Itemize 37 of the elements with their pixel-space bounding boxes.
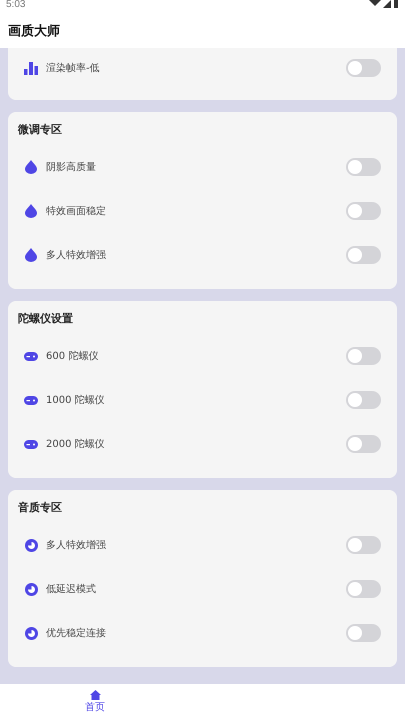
bar-chart-icon — [24, 62, 38, 74]
home-icon — [90, 690, 100, 700]
toggle-switch[interactable] — [346, 435, 381, 453]
setting-label: 多人特效增强 — [46, 538, 107, 552]
setting-label: 渲染帧率-低 — [46, 62, 101, 76]
gamepad-icon — [24, 352, 38, 360]
status-icons — [369, 0, 399, 8]
drop-icon — [25, 204, 37, 218]
pie-icon — [24, 626, 38, 640]
toggle-switch[interactable] — [346, 391, 381, 409]
status-time: 5:03 — [6, 0, 26, 10]
section-title: 陀螺仪设置 — [18, 310, 73, 327]
setting-label: 低延迟模式 — [46, 582, 97, 596]
toggle-switch[interactable] — [346, 246, 381, 264]
toggle-switch[interactable] — [346, 580, 381, 598]
toggle-switch[interactable] — [346, 347, 381, 365]
setting-label: 阴影高质量 — [46, 160, 97, 174]
pie-icon — [24, 538, 38, 552]
setting-label: 1000 陀螺仪 — [46, 394, 106, 408]
setting-label: 优先稳定连接 — [46, 626, 107, 640]
toggle-switch[interactable] — [346, 536, 381, 554]
setting-label: 多人特效增强 — [46, 248, 107, 262]
setting-label: 特效画面稳定 — [46, 204, 107, 218]
setting-label: 2000 陀螺仪 — [46, 438, 106, 452]
toggle-switch[interactable] — [346, 202, 381, 220]
drop-icon — [25, 160, 37, 174]
app-title: 画质大师 — [8, 23, 60, 42]
gamepad-icon — [24, 440, 38, 448]
section-title: 音质专区 — [18, 500, 62, 516]
toggle-switch[interactable] — [346, 158, 381, 176]
section-title: 微调专区 — [18, 122, 62, 138]
pie-icon — [24, 582, 38, 596]
drop-icon — [25, 248, 37, 262]
gamepad-icon — [24, 396, 38, 404]
setting-label: 600 陀螺仪 — [46, 350, 100, 364]
toggle-switch[interactable] — [346, 59, 381, 77]
toggle-switch[interactable] — [346, 624, 381, 642]
